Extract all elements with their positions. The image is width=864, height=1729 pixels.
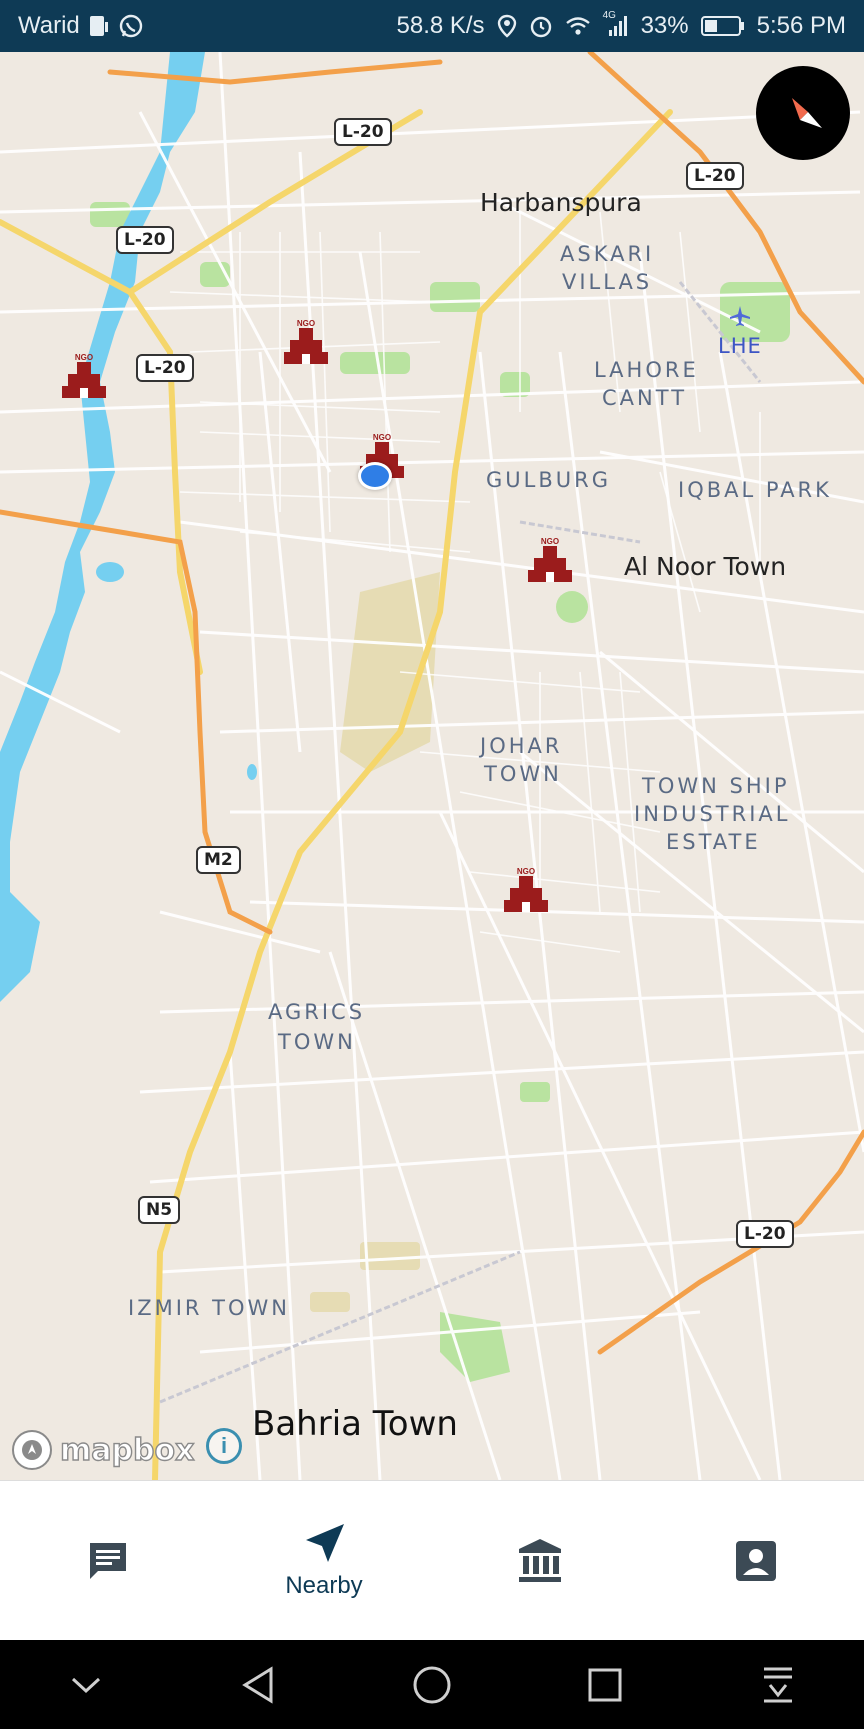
label-township-2: INDUSTRIAL: [634, 802, 791, 826]
back-button[interactable]: [229, 1655, 289, 1715]
bottom-navigation: Nearby: [0, 1480, 864, 1641]
mapbox-logo[interactable]: mapbox: [10, 1428, 195, 1472]
label-airport-lhe: LHE: [718, 334, 762, 358]
whatsapp-icon: [118, 13, 144, 39]
mapbox-mark-icon: [12, 1430, 52, 1470]
notification-pull-button[interactable]: [748, 1655, 808, 1715]
location-icon: [497, 14, 517, 38]
road-shield-n5: N5: [138, 1196, 181, 1224]
signal-icon: 4G: [603, 10, 629, 38]
network-speed: 58.8 K/s: [396, 12, 485, 39]
compass-icon: [792, 98, 822, 128]
ngo-building-icon: NGO: [504, 867, 548, 912]
chat-icon: [90, 1543, 126, 1579]
ngo-building-icon: NGO: [528, 537, 572, 582]
label-askari-villas-1: ASKARI: [560, 242, 655, 266]
back-triangle-icon: [242, 1665, 273, 1704]
airport-icon: [728, 304, 752, 333]
ngo-marker[interactable]: NGO: [58, 352, 110, 400]
road-shield-l20: L-20: [116, 226, 174, 254]
ngo-marker[interactable]: NGO: [500, 866, 552, 914]
pull-down-icon: [763, 1667, 792, 1702]
nav-messages[interactable]: [0, 1481, 216, 1641]
svg-text:NGO: NGO: [517, 867, 535, 876]
svg-text:NGO: NGO: [297, 319, 315, 328]
alarm-icon: [529, 14, 553, 38]
svg-text:NGO: NGO: [75, 353, 93, 362]
label-gulburg: GULBURG: [486, 468, 611, 492]
nav-profile[interactable]: [648, 1481, 864, 1641]
recents-button[interactable]: [575, 1655, 635, 1715]
home-button[interactable]: [402, 1655, 462, 1715]
system-navigation-bar: [0, 1640, 864, 1729]
label-izmir-town: IZMIR TOWN: [128, 1296, 290, 1320]
home-circle-icon: [413, 1666, 451, 1703]
svg-text:NGO: NGO: [373, 433, 391, 442]
ngo-marker[interactable]: NGO: [280, 318, 332, 366]
sim-card-icon: [88, 14, 110, 38]
map-base-layer: [0, 52, 864, 1480]
ngo-marker[interactable]: NGO: [524, 536, 576, 584]
collapse-button[interactable]: [56, 1655, 116, 1715]
compass-button[interactable]: [756, 66, 850, 160]
label-johar-town-1: JOHAR: [480, 734, 563, 758]
carrier-name: Warid: [18, 12, 80, 39]
bank-icon: [519, 1539, 561, 1582]
battery-icon: [700, 15, 745, 37]
wifi-icon: [565, 15, 591, 37]
status-bar: Warid 58.8 K/s 4G 33% 5:56 PM: [0, 0, 864, 52]
battery-percent: 33%: [640, 12, 689, 39]
road-shield-l20: L-20: [136, 354, 194, 382]
map-view[interactable]: Harbanspura ASKARI VILLAS LAHORE CANTT L…: [0, 52, 864, 1480]
profile-icon: [736, 1541, 776, 1581]
nav-nearby-label: Nearby: [285, 1572, 363, 1599]
label-al-noor-town: Al Noor Town: [624, 552, 787, 581]
svg-text:NGO: NGO: [541, 537, 559, 546]
label-agrics-town-2: TOWN: [278, 1030, 356, 1054]
ngo-building-icon: NGO: [62, 353, 106, 398]
road-shield-m2: M2: [196, 846, 241, 874]
road-shield-l20: L-20: [334, 118, 392, 146]
mapbox-wordmark: mapbox: [59, 1432, 195, 1468]
current-location-dot: [358, 462, 392, 490]
road-shield-l20: L-20: [686, 162, 744, 190]
info-icon: i: [220, 1433, 228, 1458]
chevron-down-icon: [72, 1677, 101, 1693]
ngo-building-icon: NGO: [284, 319, 328, 364]
clock: 5:56 PM: [756, 12, 846, 39]
road-shield-l20: L-20: [736, 1220, 794, 1248]
navigation-arrow-icon: [306, 1524, 344, 1562]
label-iqbal-park: IQBAL PARK: [678, 478, 832, 502]
recents-square-icon: [588, 1668, 622, 1701]
label-askari-villas-2: VILLAS: [562, 270, 653, 294]
label-bahria-town: Bahria Town: [252, 1404, 458, 1444]
label-lahore-cantt-1: LAHORE: [594, 358, 699, 382]
nav-nearby[interactable]: Nearby: [216, 1481, 432, 1641]
label-lahore-cantt-2: CANTT: [602, 386, 688, 410]
attribution-info-button[interactable]: i: [206, 1428, 242, 1464]
label-agrics-town-1: AGRICS: [268, 1000, 366, 1024]
label-township-1: TOWN SHIP: [642, 774, 790, 798]
label-harbanspura: Harbanspura: [480, 188, 642, 217]
nav-institutions[interactable]: [432, 1481, 648, 1641]
label-johar-town-2: TOWN: [484, 762, 562, 786]
label-township-3: ESTATE: [666, 830, 761, 854]
